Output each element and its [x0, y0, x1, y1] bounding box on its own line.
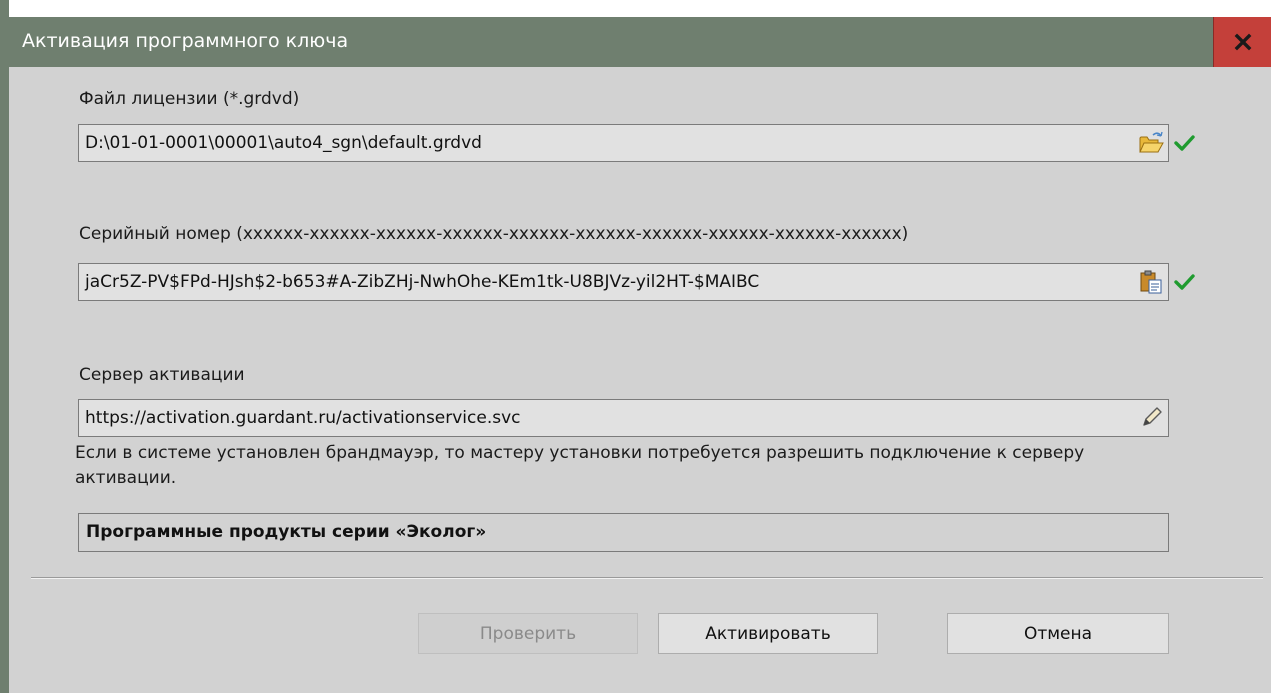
license-valid-checkmark-icon: [1174, 135, 1195, 151]
serial-number-label: Серийный номер (xxxxxx-xxxxxx-xxxxxx-xxx…: [79, 224, 909, 244]
separator-line: [31, 577, 1263, 579]
license-file-label: Файл лицензии (*.grdvd): [79, 89, 300, 109]
license-file-value: D:\01-01-0001\00001\auto4_sgn\default.gr…: [85, 133, 482, 153]
title-bar[interactable]: Активация программного ключа: [9, 17, 1271, 67]
serial-number-field[interactable]: jaCr5Z-PV$FPd-HJsh$2-b653#A-ZibZHj-NwhOh…: [78, 263, 1169, 301]
window-left-border: [0, 0, 9, 693]
cancel-button[interactable]: Отмена: [947, 613, 1169, 654]
product-series-text: Программные продукты серии «Эколог»: [86, 522, 487, 542]
dialog-body: Файл лицензии (*.grdvd) D:\01-01-0001\00…: [9, 67, 1271, 693]
activation-server-value: https://activation.guardant.ru/activatio…: [85, 408, 521, 428]
paste-icon[interactable]: [1138, 269, 1164, 295]
serial-number-value: jaCr5Z-PV$FPd-HJsh$2-b653#A-ZibZHj-NwhOh…: [85, 272, 760, 292]
firewall-note: Если в системе установлен брандмауэр, то…: [75, 443, 1085, 488]
activation-dialog: Активация программного ключа Файл лиценз…: [0, 0, 1271, 693]
activation-server-field[interactable]: https://activation.guardant.ru/activatio…: [78, 399, 1169, 437]
product-series-box: Программные продукты серии «Эколог»: [78, 513, 1169, 552]
desktop-strip: [0, 0, 1271, 17]
window-title: Активация программного ключа: [22, 30, 349, 52]
close-icon: [1234, 33, 1251, 51]
activation-server-label: Сервер активации: [79, 365, 245, 385]
close-button[interactable]: [1213, 17, 1271, 67]
serial-valid-checkmark-icon: [1174, 274, 1195, 290]
open-folder-icon[interactable]: [1138, 130, 1164, 156]
pencil-icon[interactable]: [1138, 405, 1164, 431]
license-file-field[interactable]: D:\01-01-0001\00001\auto4_sgn\default.gr…: [78, 124, 1169, 162]
activate-button[interactable]: Активировать: [658, 613, 878, 654]
check-button[interactable]: Проверить: [418, 613, 638, 654]
